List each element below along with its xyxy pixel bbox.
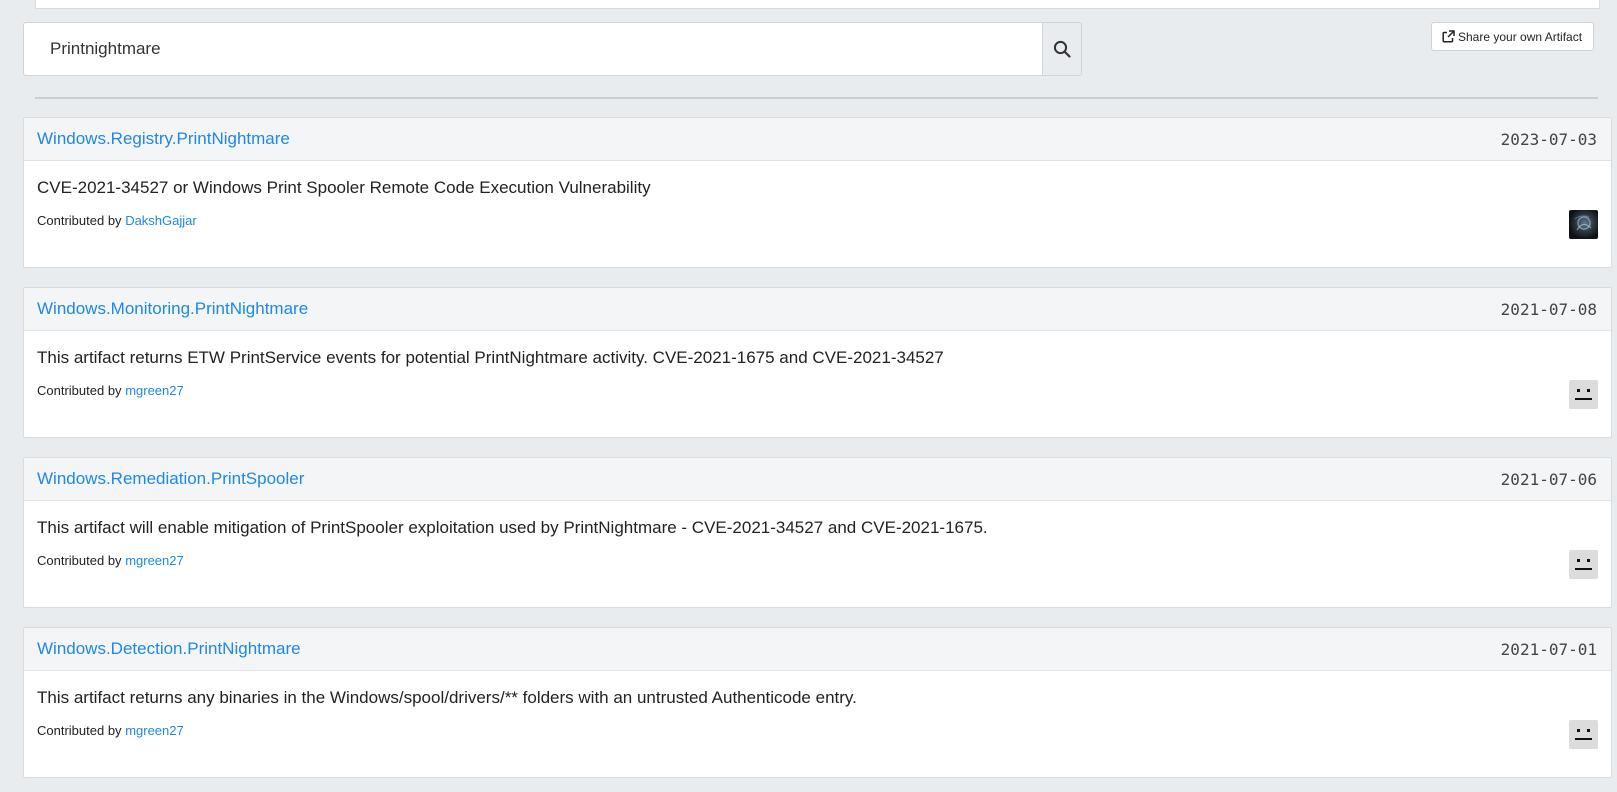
artifact-title-link[interactable]: Windows.Detection.PrintNightmare	[37, 639, 301, 659]
contributed-by-label: Contributed by	[37, 723, 122, 738]
avatar-photo-icon	[1574, 215, 1592, 231]
artifact-card-header: Windows.Registry.PrintNightmare 2023-07-…	[24, 118, 1611, 161]
artifact-card-body: This artifact returns ETW PrintService e…	[24, 331, 1611, 438]
contributor-avatar[interactable]	[1569, 720, 1598, 749]
artifact-date: 2023-07-03	[1500, 129, 1597, 149]
share-artifact-button[interactable]: Share your own Artifact	[1431, 22, 1595, 51]
neutral-face-icon	[1575, 559, 1592, 570]
contributor-line: Contributed by mgreen27	[37, 383, 1598, 398]
contributed-by-label: Contributed by	[37, 553, 122, 568]
search-button[interactable]	[1042, 22, 1082, 76]
artifact-date: 2021-07-06	[1500, 469, 1597, 489]
contributed-by-label: Contributed by	[37, 383, 122, 398]
search-bar	[23, 22, 1082, 76]
artifact-title-link[interactable]: Windows.Remediation.PrintSpooler	[37, 469, 304, 489]
top-panel-edge	[35, 0, 1600, 9]
neutral-face-icon	[1575, 729, 1592, 740]
contributor-link[interactable]: mgreen27	[125, 553, 184, 568]
contributor-line: Contributed by mgreen27	[37, 553, 1598, 568]
contributed-by-label: Contributed by	[37, 213, 122, 228]
artifact-card-header: Windows.Monitoring.PrintNightmare 2021-0…	[24, 288, 1611, 331]
contributor-line: Contributed by mgreen27	[37, 723, 1598, 738]
contributor-link[interactable]: DakshGajjar	[125, 213, 197, 228]
artifact-description: This artifact will enable mitigation of …	[37, 518, 988, 537]
artifact-card: Windows.Detection.PrintNightmare 2021-07…	[23, 627, 1612, 778]
contributor-avatar[interactable]	[1569, 210, 1598, 239]
search-icon	[1053, 40, 1071, 58]
contributor-link[interactable]: mgreen27	[125, 383, 184, 398]
artifact-card-header: Windows.Detection.PrintNightmare 2021-07…	[24, 628, 1611, 671]
contributor-link[interactable]: mgreen27	[125, 723, 184, 738]
artifact-description: This artifact returns ETW PrintService e…	[37, 348, 944, 367]
artifact-card-header: Windows.Remediation.PrintSpooler 2021-07…	[24, 458, 1611, 501]
artifact-card-body: CVE-2021-34527 or Windows Print Spooler …	[24, 161, 1611, 268]
artifact-date: 2021-07-08	[1500, 299, 1597, 319]
artifact-title-link[interactable]: Windows.Monitoring.PrintNightmare	[37, 299, 308, 319]
share-button-label: Share your own Artifact	[1458, 29, 1583, 44]
results-divider	[35, 97, 1598, 99]
artifact-date: 2021-07-01	[1500, 639, 1597, 659]
artifact-card: Windows.Monitoring.PrintNightmare 2021-0…	[23, 287, 1612, 438]
artifact-card-body: This artifact will enable mitigation of …	[24, 501, 1611, 608]
neutral-face-icon	[1575, 389, 1592, 400]
external-link-icon	[1442, 30, 1455, 43]
artifact-description: CVE-2021-34527 or Windows Print Spooler …	[37, 178, 651, 197]
contributor-line: Contributed by DakshGajjar	[37, 213, 1598, 228]
artifact-title-link[interactable]: Windows.Registry.PrintNightmare	[37, 129, 290, 149]
contributor-avatar[interactable]	[1569, 550, 1598, 579]
artifact-card: Windows.Registry.PrintNightmare 2023-07-…	[23, 117, 1612, 268]
artifact-description: This artifact returns any binaries in th…	[37, 688, 857, 707]
contributor-avatar[interactable]	[1569, 380, 1598, 409]
search-input[interactable]	[23, 22, 1042, 76]
artifact-card: Windows.Remediation.PrintSpooler 2021-07…	[23, 457, 1612, 608]
artifact-card-body: This artifact returns any binaries in th…	[24, 671, 1611, 778]
